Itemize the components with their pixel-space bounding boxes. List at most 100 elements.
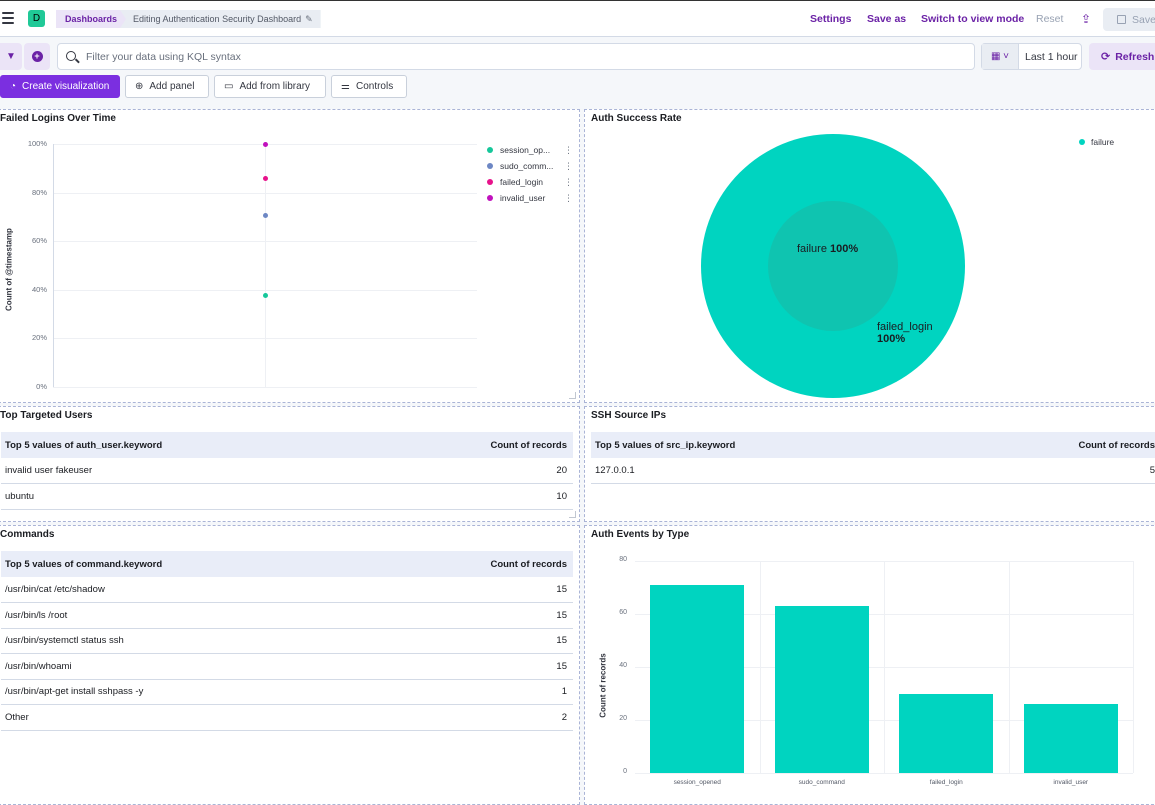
table-header-row: Top 5 values of src_ip.keyword Count of r… — [591, 432, 1155, 458]
cell-count: 10 — [373, 483, 573, 510]
y-tick-label: 100% — [27, 139, 47, 148]
x-tick-label: failed_login — [929, 779, 963, 786]
add-from-library-button[interactable]: ▭ Add from library — [214, 75, 326, 98]
cell-value: /usr/bin/ls /root — [1, 602, 374, 629]
panel-ssh-ips[interactable]: SSH Source IPs Top 5 values of src_ip.ke… — [584, 406, 1155, 522]
table-row: ubuntu 10 — [1, 483, 573, 510]
data-point-sudo_command[interactable] — [263, 213, 268, 219]
create-visualization-button[interactable]: ◔ Create visualization — [0, 75, 120, 98]
kql-search-input[interactable]: Filter your data using KQL syntax — [57, 43, 975, 70]
panel-auth-events[interactable]: Auth Events by Type Count of records 80 6… — [584, 525, 1155, 805]
legend-label: session_op... — [500, 145, 551, 155]
resize-handle[interactable] — [569, 392, 576, 399]
table-row: Other 2 — [1, 704, 573, 731]
data-point-session_opened[interactable] — [263, 293, 268, 299]
cell-value: /usr/bin/whoami — [1, 653, 374, 680]
cell-value: /usr/bin/apt-get install sshpass -y — [1, 679, 374, 705]
column-header[interactable]: Top 5 values of src_ip.keyword — [591, 432, 948, 458]
refresh-button[interactable]: ⟳ Refresh — [1089, 43, 1155, 70]
x-tick-label: session_opened — [673, 779, 721, 786]
bar-failed_login[interactable] — [899, 693, 994, 773]
commands-table: Top 5 values of command.keyword Count of … — [1, 551, 573, 731]
legend-dot — [487, 179, 493, 185]
table-row: /usr/bin/ls /root 15 — [1, 602, 573, 629]
more-icon[interactable]: ⋮ — [564, 145, 573, 156]
column-header[interactable]: Count of records — [373, 432, 573, 458]
more-icon[interactable]: ⋮ — [564, 193, 573, 204]
panel-title: Commands — [0, 529, 55, 540]
vertical-gridline — [1008, 561, 1010, 773]
legend-label: invalid_user — [500, 193, 546, 203]
legend-dot — [487, 195, 493, 201]
table-row: /usr/bin/cat /etc/shadow 15 — [1, 577, 573, 603]
search-icon — [66, 51, 76, 61]
bar-invalid_user[interactable] — [1023, 704, 1118, 773]
top-users-table: Top 5 values of auth_user.keyword Count o… — [1, 432, 573, 510]
bar-session_opened[interactable] — [650, 584, 745, 773]
column-header[interactable]: Count of records — [373, 551, 573, 577]
cell-value: /usr/bin/systemctl status ssh — [1, 628, 374, 654]
refresh-label: Refresh — [1115, 50, 1155, 63]
calendar-icon[interactable]: ▦ ˅ — [982, 44, 1019, 69]
panel-top-users[interactable]: Top Targeted Users Top 5 values of auth_… — [0, 406, 580, 522]
breadcrumb-current[interactable]: Editing Authentication Security Dashboar… — [120, 10, 321, 28]
legend-dot — [487, 163, 493, 169]
add-panel-button[interactable]: ⊕ Add panel — [125, 75, 209, 98]
space-avatar[interactable]: D — [28, 10, 45, 27]
save-button[interactable]: Save — [1103, 8, 1155, 31]
data-point-failed_login[interactable] — [263, 175, 268, 181]
table-header-row: Top 5 values of auth_user.keyword Count o… — [1, 432, 573, 458]
panel-commands[interactable]: Commands Top 5 values of command.keyword… — [0, 525, 580, 805]
add-from-library-label: Add from library — [239, 81, 311, 92]
vertical-gridline — [1133, 561, 1134, 773]
menu-icon[interactable] — [2, 12, 14, 24]
table-row: /usr/bin/systemctl status ssh 15 — [1, 628, 573, 654]
panel-title: Auth Events by Type — [591, 529, 690, 540]
save-icon — [1117, 15, 1126, 24]
share-icon[interactable]: ⇪ — [1081, 12, 1092, 26]
data-point-invalid_user[interactable] — [263, 141, 268, 147]
gridline — [635, 773, 1133, 774]
panel-failed-logins[interactable]: Failed Logins Over Time Count of @timest… — [0, 109, 580, 403]
cell-value: ubuntu — [1, 483, 374, 510]
legend-item[interactable]: failed_login ⋮ — [487, 177, 573, 187]
folder-icon: ▭ — [224, 81, 234, 92]
column-header[interactable]: Count of records — [947, 432, 1155, 458]
more-icon[interactable]: ⋮ — [564, 161, 573, 172]
breadcrumb-dashboards[interactable]: Dashboards — [56, 10, 127, 28]
reset-link[interactable]: Reset — [1036, 13, 1063, 25]
legend-label: failed_login — [500, 177, 544, 187]
cell-value: Other — [1, 704, 374, 731]
legend-item[interactable]: session_op... ⋮ — [487, 145, 573, 155]
cell-count: 5 — [947, 458, 1155, 484]
panel-title: SSH Source IPs — [591, 410, 667, 421]
y-axis-line — [53, 144, 54, 387]
time-picker[interactable]: ▦ ˅ Last 1 hour — [981, 43, 1082, 70]
bar-sudo_command[interactable] — [774, 606, 869, 773]
more-icon[interactable]: ⋮ — [564, 177, 573, 188]
y-tick-label: 60 — [619, 609, 627, 616]
y-tick-label: 20% — [31, 333, 47, 343]
filter-icon[interactable]: ▼ — [0, 43, 22, 70]
resize-handle[interactable] — [569, 511, 576, 518]
controls-button[interactable]: ⚌ Controls — [331, 75, 407, 98]
pie-legend-item[interactable]: failure — [1079, 137, 1114, 147]
cell-count: 15 — [373, 602, 573, 629]
legend-item[interactable]: sudo_comm... ⋮ — [487, 161, 573, 171]
add-filter-button[interactable]: + — [24, 43, 50, 70]
legend-item[interactable]: invalid_user ⋮ — [487, 193, 573, 203]
top-header: D Dashboards Editing Authentication Secu… — [0, 0, 1155, 37]
pencil-icon[interactable]: ✎ — [305, 14, 313, 25]
save-as-link[interactable]: Save as — [867, 13, 906, 25]
refresh-icon: ⟳ — [1101, 51, 1111, 63]
column-header[interactable]: Top 5 values of command.keyword — [1, 551, 374, 577]
settings-link[interactable]: Settings — [810, 13, 851, 25]
column-header[interactable]: Top 5 values of auth_user.keyword — [1, 432, 374, 458]
table-row: invalid user fakeuser 20 — [1, 458, 573, 484]
pie-inner-name: failure — [797, 243, 827, 255]
switch-view-mode-link[interactable]: Switch to view mode — [921, 13, 1024, 25]
cell-count: 15 — [373, 628, 573, 654]
pie-inner-ring[interactable] — [768, 201, 898, 331]
save-label: Save — [1132, 13, 1155, 26]
panel-auth-success[interactable]: Auth Success Rate failure failure 100% f… — [584, 109, 1155, 403]
